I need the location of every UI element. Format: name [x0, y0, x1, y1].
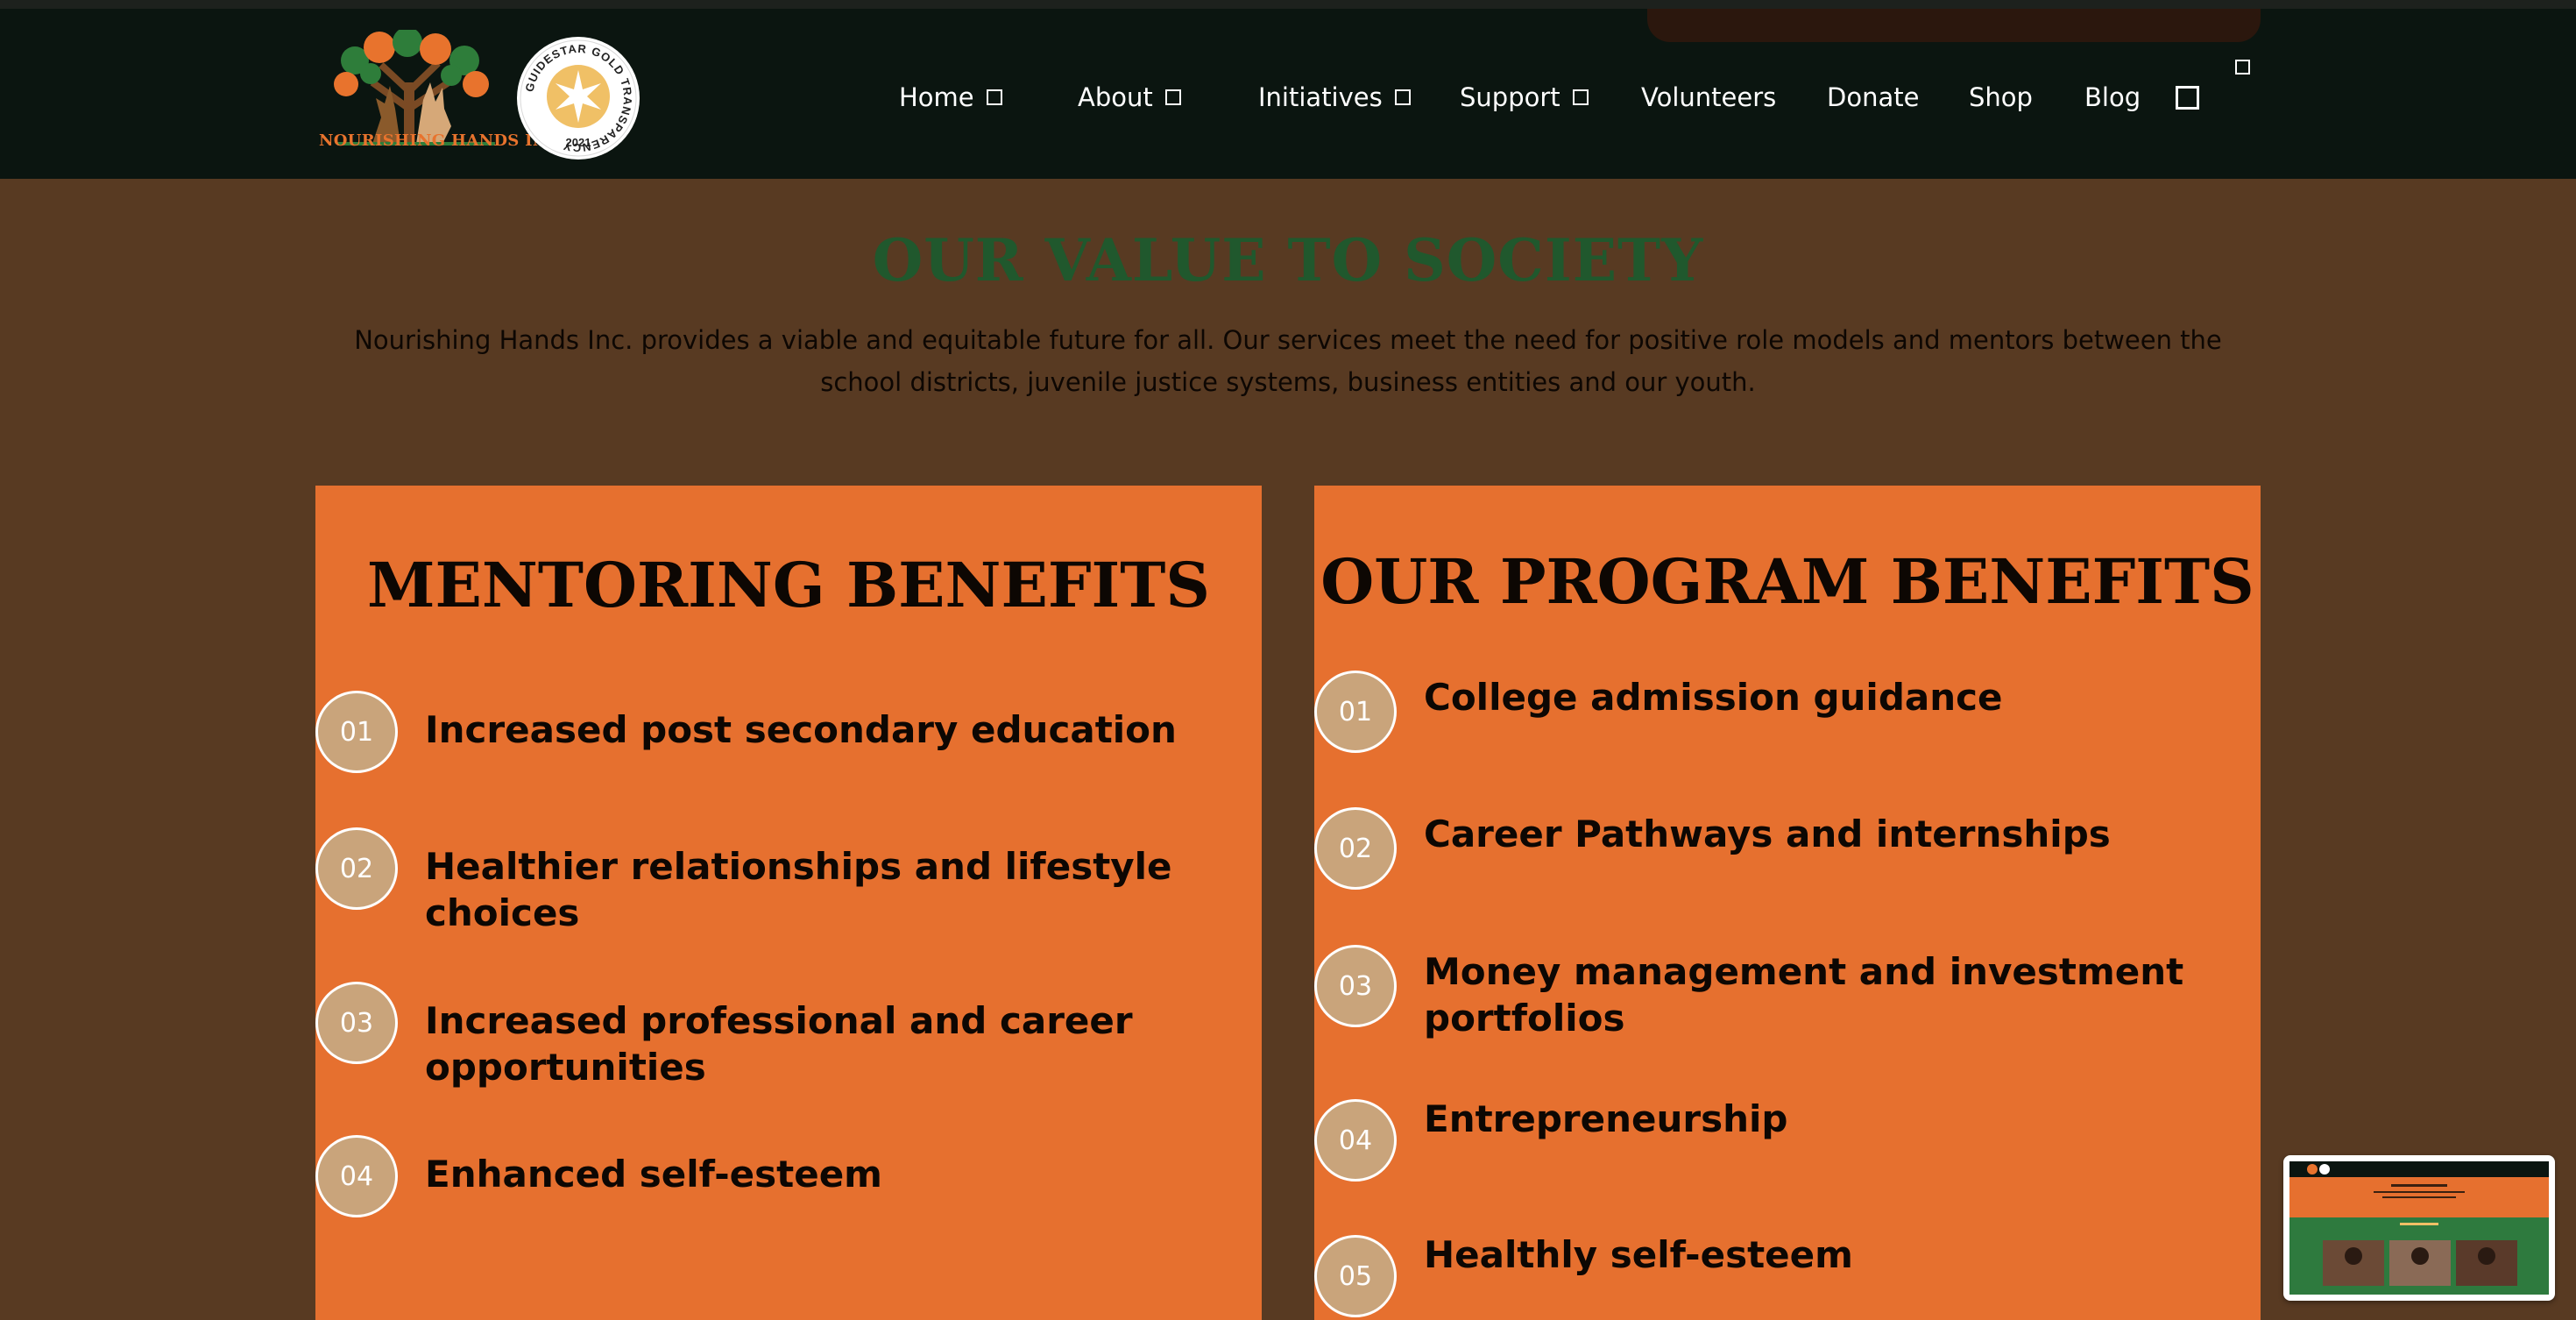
list-item-text: Healthly self-esteem [1424, 1233, 1853, 1276]
dropdown-toggle-icon[interactable] [1164, 89, 1181, 105]
screenshot-preview-thumbnail[interactable] [2283, 1155, 2555, 1301]
number-badge: 03 [315, 982, 398, 1064]
nav-about-label: About [1078, 82, 1153, 112]
number-badge: 02 [1314, 807, 1397, 890]
nav-home-label: Home [899, 82, 974, 112]
list-item-text: Money management and investment portfoli… [1424, 950, 2184, 1040]
page-thumbnail-icon [2286, 1158, 2552, 1298]
dropdown-toggle-icon[interactable] [1394, 89, 1411, 105]
list-item-text: Healthier relationships and lifestyle ch… [425, 845, 1172, 934]
nav-support-label: Support [1460, 82, 1560, 112]
guidestar-seal-icon[interactable]: GUIDESTAR GOLD TRANSPARENCY 2021 [515, 35, 641, 161]
list-item-text: College admission guidance [1424, 676, 2003, 719]
header-top-bar [1647, 9, 2261, 42]
number-badge: 04 [1314, 1099, 1397, 1182]
section-description: Nourishing Hands Inc. provides a viable … [354, 325, 2222, 397]
logo-text: NOURISHING HANDS INC. [319, 131, 566, 150]
nav-home[interactable]: Home [899, 77, 1002, 117]
menu-toggle-icon[interactable] [2235, 60, 2250, 75]
nav-support[interactable]: Support [1460, 77, 1589, 117]
list-item-text: Entrepreneurship [1424, 1097, 1788, 1140]
nav-initiatives[interactable]: Initiatives [1258, 77, 1411, 117]
nav-blog[interactable]: Blog [2084, 77, 2141, 117]
nav-donate[interactable]: Donate [1827, 77, 1919, 117]
nav-shop[interactable]: Shop [1969, 77, 2033, 117]
list-item-text: Enhanced self-esteem [425, 1153, 882, 1196]
nav-about[interactable]: About [1078, 77, 1181, 117]
card-title: MENTORING BENEFITS [367, 549, 1210, 621]
number-badge: 01 [1314, 671, 1397, 753]
top-border [0, 0, 2576, 9]
nav-volunteers-label: Volunteers [1641, 82, 1777, 112]
list-item-text: Increased professional and career opport… [425, 999, 1133, 1089]
list-item-text: Career Pathways and internships [1424, 813, 2111, 855]
site-header: NOURISHING HANDS INC. GUIDESTAR GOLD TRA… [0, 9, 2576, 179]
nav-shop-label: Shop [1969, 82, 2033, 112]
mentoring-benefits-card: MENTORING BENEFITS 01 Increased post sec… [315, 486, 1262, 1320]
nav-volunteers[interactable]: Volunteers [1641, 77, 1776, 117]
program-benefits-card: OUR PROGRAM BENEFITS 01 College admissio… [1314, 486, 2261, 1320]
nav-initiatives-label: Initiatives [1258, 82, 1383, 112]
nav-blog-label: Blog [2084, 82, 2141, 112]
dropdown-toggle-icon[interactable] [986, 89, 1002, 105]
dropdown-toggle-icon[interactable] [1572, 89, 1589, 105]
svg-text:2021: 2021 [566, 136, 591, 149]
cart-icon[interactable] [2176, 86, 2199, 110]
card-title: OUR PROGRAM BENEFITS [1320, 545, 2254, 618]
number-badge: 01 [315, 691, 398, 773]
list-item-text: Increased post secondary education [425, 708, 1177, 751]
number-badge: 02 [315, 827, 398, 910]
number-badge: 05 [1314, 1235, 1397, 1317]
number-badge: 04 [315, 1135, 398, 1217]
section-title: OUR VALUE TO SOCIETY [872, 226, 1704, 295]
number-badge: 03 [1314, 945, 1397, 1027]
nav-donate-label: Donate [1827, 82, 1920, 112]
